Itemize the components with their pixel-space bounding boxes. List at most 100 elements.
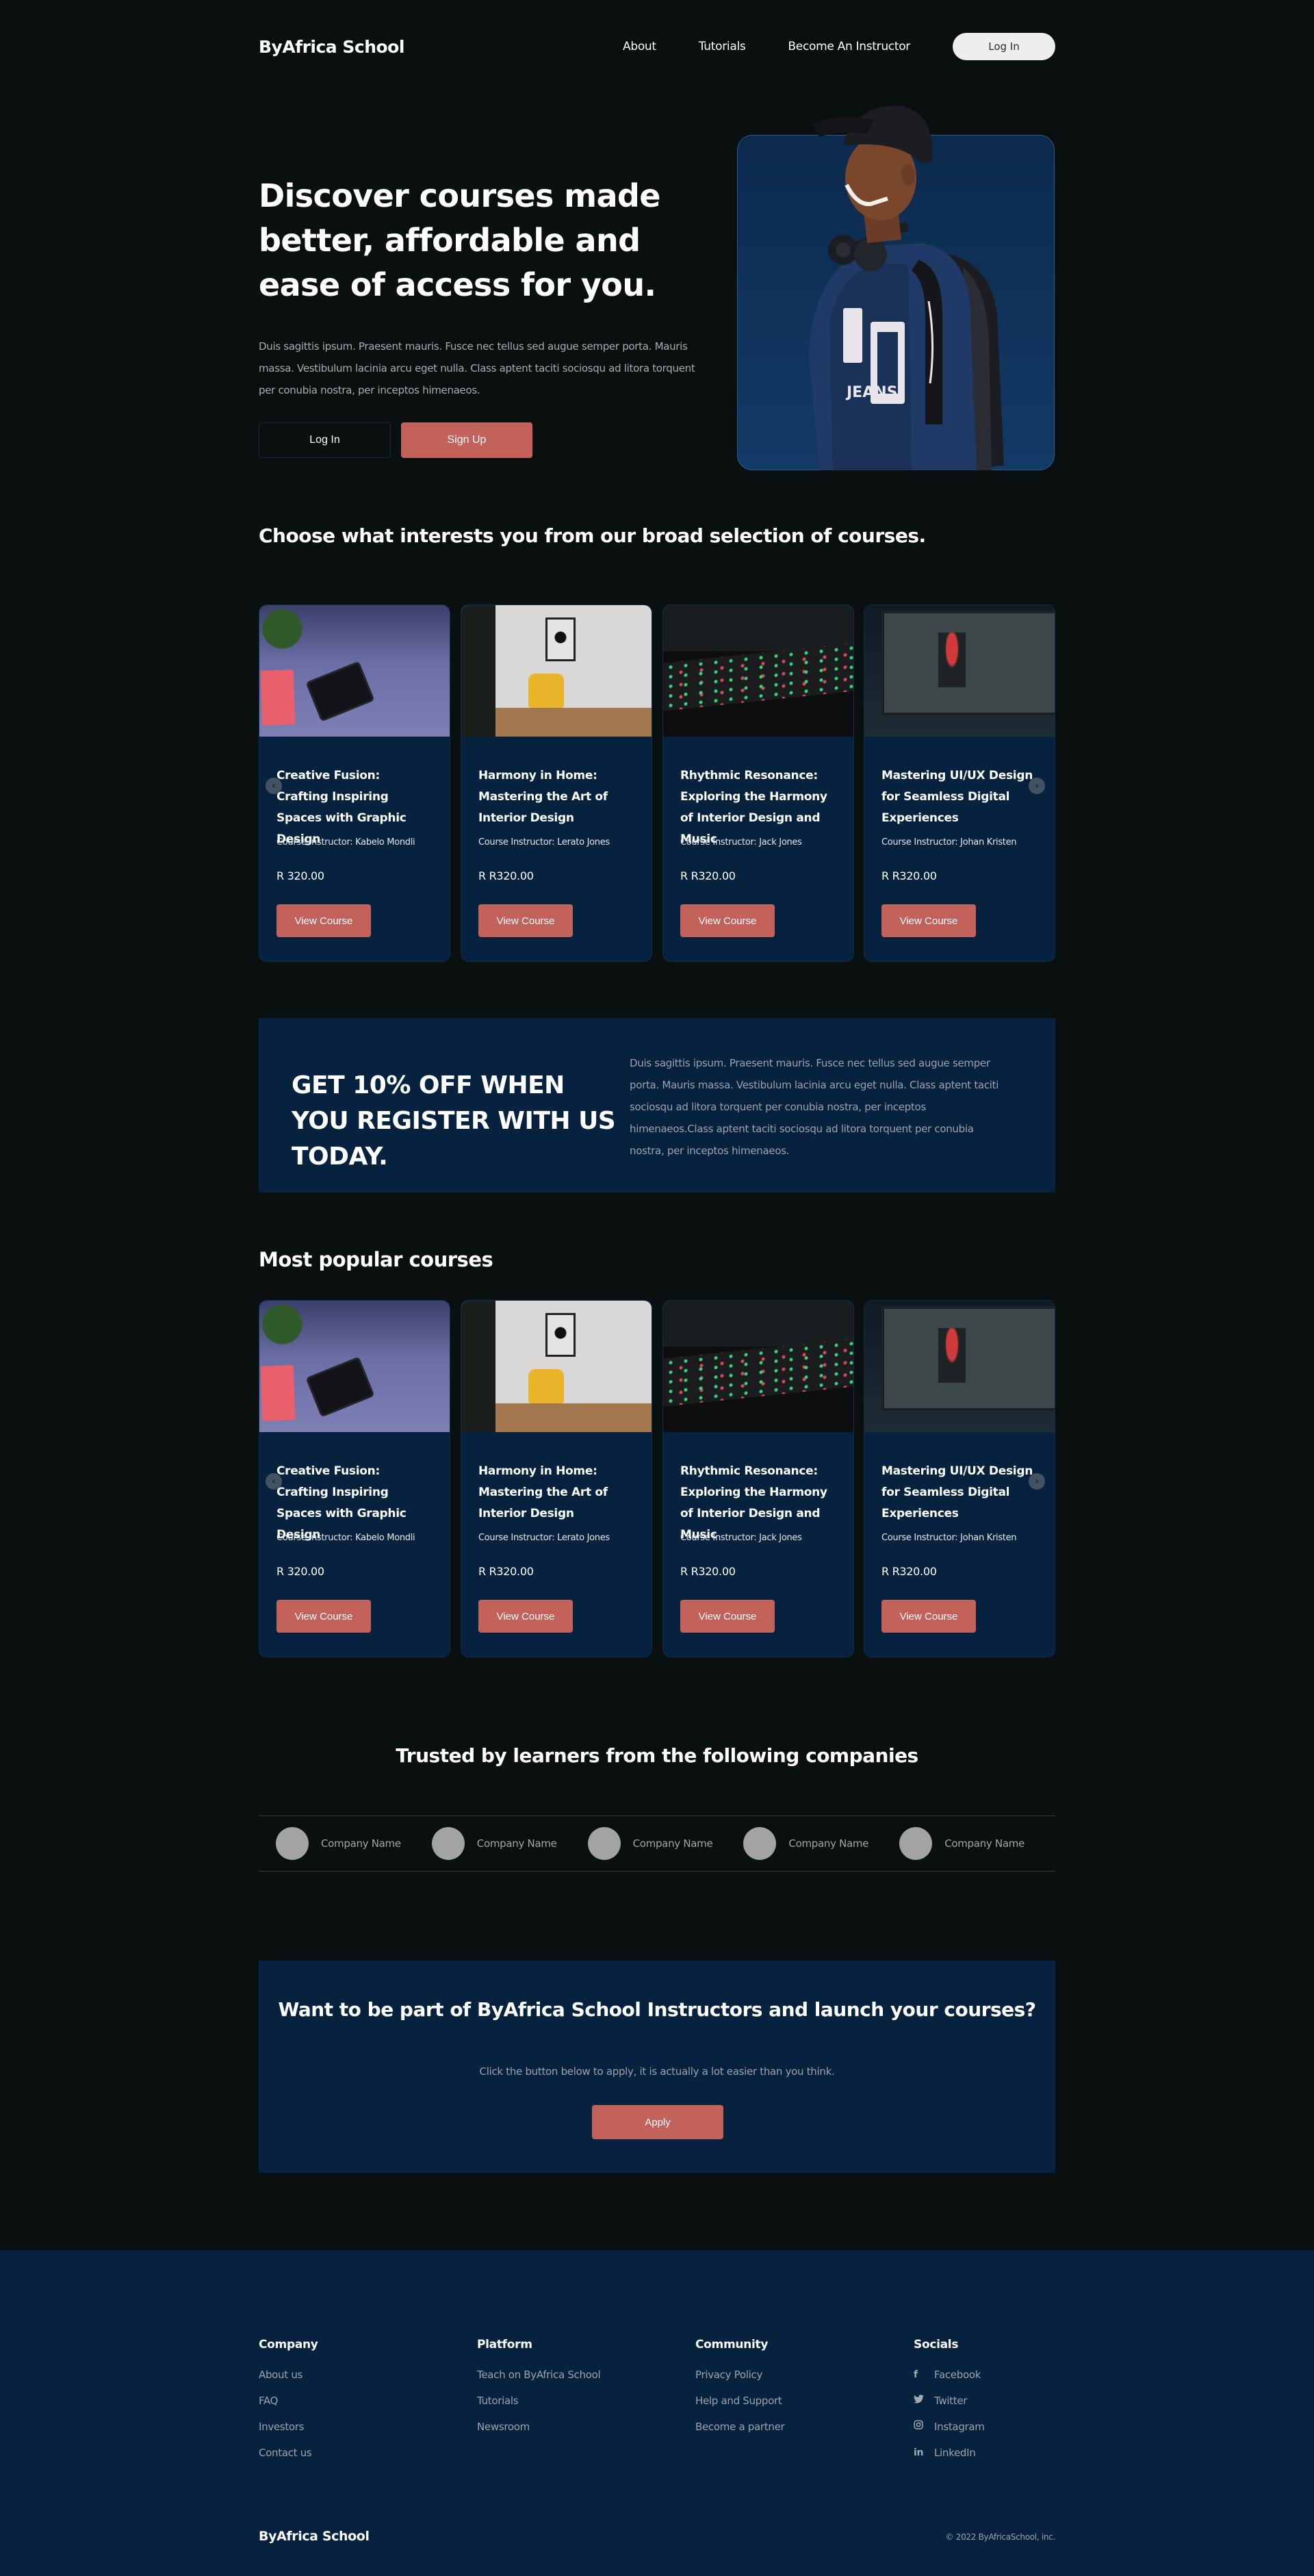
carousel-prev-button[interactable]: ‹: [266, 778, 282, 794]
brand-logo[interactable]: ByAfrica School: [259, 37, 404, 57]
company-item: Company Name: [587, 1827, 744, 1860]
company-item: Company Name: [899, 1827, 1055, 1860]
company-logos-row: Company Name Company Name Company Name C…: [259, 1815, 1055, 1872]
course-instructor: Course Instructor: Kabelo Mondli: [276, 1533, 415, 1543]
footer-link[interactable]: Teach on ByAfrica School: [477, 2368, 601, 2394]
social-label: LinkedIn: [934, 2447, 976, 2459]
course-image[interactable]: [461, 605, 652, 737]
course-title[interactable]: Harmony in Home: Mastering the Art of In…: [478, 765, 634, 829]
course-image[interactable]: [259, 1301, 450, 1432]
company-name: Company Name: [632, 1837, 713, 1850]
footer-brand[interactable]: ByAfrica School: [259, 2529, 370, 2544]
company-name: Company Name: [321, 1837, 401, 1850]
hero-login-button[interactable]: Log In: [259, 422, 391, 458]
company-logo-icon: [431, 1827, 465, 1860]
view-course-button[interactable]: View Course: [276, 904, 371, 937]
course-title[interactable]: Creative Fusion: Crafting Inspiring Spac…: [276, 1461, 433, 1542]
footer-link[interactable]: Become a partner: [695, 2420, 785, 2446]
promo-title: GET 10% OFF WHEN YOU REGISTER WITH US TO…: [292, 1071, 616, 1171]
course-title[interactable]: Harmony in Home: Mastering the Art of In…: [478, 1461, 634, 1525]
footer-link[interactable]: Privacy Policy: [695, 2368, 784, 2394]
twitter-icon: [914, 2394, 934, 2408]
view-course-button[interactable]: View Course: [478, 1600, 573, 1633]
footer-link[interactable]: Contact us: [259, 2446, 318, 2472]
instructor-cta: Want to be part of ByAfrica School Instr…: [259, 1961, 1055, 2173]
top-nav: ByAfrica School About Tutorials Become A…: [259, 31, 1055, 62]
course-title[interactable]: Mastering UI/UX Design for Seamless Digi…: [881, 765, 1038, 829]
trusted-title: Trusted by learners from the following c…: [396, 1744, 918, 1767]
footer-link[interactable]: FAQ: [259, 2394, 318, 2420]
course-card: Harmony in Home: Mastering the Art of In…: [461, 1300, 652, 1657]
carousel-prev-button[interactable]: ‹: [266, 1473, 282, 1490]
svg-text:JEANS: JEANS: [845, 384, 898, 401]
course-image[interactable]: [864, 1301, 1055, 1432]
course-title[interactable]: Mastering UI/UX Design for Seamless Digi…: [881, 1461, 1038, 1525]
course-card: Rhythmic Resonance: Exploring the Harmon…: [662, 1300, 854, 1657]
hero-image: JEANS: [737, 96, 1055, 470]
social-link-instagram[interactable]: Instagram: [914, 2420, 985, 2446]
course-card: Creative Fusion: Crafting Inspiring Spac…: [259, 1300, 450, 1657]
promo-banner: GET 10% OFF WHEN YOU REGISTER WITH US TO…: [259, 1018, 1055, 1193]
course-price: R R320.00: [881, 1565, 937, 1578]
footer-link[interactable]: About us: [259, 2368, 318, 2394]
promo-text: Duis sagittis ipsum. Praesent mauris. Fu…: [630, 1057, 999, 1157]
view-course-button[interactable]: View Course: [680, 1600, 775, 1633]
nav-login-button[interactable]: Log In: [953, 33, 1055, 60]
course-instructor: Course Instructor: Jack Jones: [680, 837, 802, 847]
course-title[interactable]: Creative Fusion: Crafting Inspiring Spac…: [276, 765, 433, 846]
view-course-button[interactable]: View Course: [276, 1600, 371, 1633]
apply-button[interactable]: Apply: [592, 2105, 723, 2139]
selection-carousel: ‹ › Creative Fusion: Crafting Inspiring …: [259, 604, 1055, 962]
course-image[interactable]: [864, 605, 1055, 737]
student-illustration: JEANS: [809, 105, 1004, 470]
course-title[interactable]: Rhythmic Resonance: Exploring the Harmon…: [680, 765, 836, 846]
company-logo-icon: [743, 1827, 777, 1860]
course-card: Creative Fusion: Crafting Inspiring Spac…: [259, 604, 450, 962]
popular-title: Most popular courses: [259, 1248, 493, 1271]
social-link-twitter[interactable]: Twitter: [914, 2394, 985, 2420]
company-item: Company Name: [276, 1827, 432, 1860]
view-course-button[interactable]: View Course: [680, 904, 775, 937]
hero-description: Duis sagittis ipsum. Praesent mauris. Fu…: [259, 340, 695, 396]
footer-column-company: Company About us FAQ Investors Contact u…: [259, 2338, 318, 2472]
chevron-left-icon: ‹: [272, 780, 276, 791]
company-logo-icon: [587, 1827, 621, 1860]
nav-links: About Tutorials Become An Instructor Log…: [623, 33, 1055, 60]
footer-link[interactable]: Investors: [259, 2420, 318, 2446]
course-image[interactable]: [663, 605, 853, 737]
course-card: Mastering UI/UX Design for Seamless Digi…: [864, 1300, 1055, 1657]
nav-link-about[interactable]: About: [623, 40, 656, 53]
view-course-button[interactable]: View Course: [478, 904, 573, 937]
course-title[interactable]: Rhythmic Resonance: Exploring the Harmon…: [680, 1461, 836, 1542]
social-label: Facebook: [934, 2369, 981, 2381]
view-course-button[interactable]: View Course: [881, 1600, 976, 1633]
footer-link[interactable]: Newsroom: [477, 2420, 600, 2446]
course-image[interactable]: [461, 1301, 652, 1432]
footer-link[interactable]: Help and Support: [695, 2394, 784, 2420]
hero-signup-button[interactable]: Sign Up: [401, 422, 532, 458]
company-logo-icon: [276, 1827, 309, 1860]
course-image[interactable]: [663, 1301, 853, 1432]
instagram-icon: [914, 2420, 934, 2434]
facebook-icon: f: [914, 2369, 918, 2380]
view-course-button[interactable]: View Course: [881, 904, 976, 937]
course-image[interactable]: [259, 605, 450, 737]
nav-link-tutorials[interactable]: Tutorials: [699, 40, 746, 53]
course-price: R R320.00: [478, 1565, 534, 1578]
cta-text: Click the button below to apply, it is a…: [479, 2065, 835, 2078]
hero-buttons: Log In Sign Up: [259, 422, 532, 458]
carousel-next-button[interactable]: ›: [1029, 1473, 1045, 1490]
popular-carousel: ‹ › Creative Fusion: Crafting Inspiring …: [259, 1300, 1055, 1657]
social-link-linkedin[interactable]: in LinkedIn: [914, 2446, 985, 2472]
course-card: Rhythmic Resonance: Exploring the Harmon…: [662, 604, 854, 962]
course-price: R R320.00: [680, 869, 736, 882]
company-name: Company Name: [944, 1837, 1025, 1850]
footer-link[interactable]: Tutorials: [477, 2394, 600, 2420]
social-link-facebook[interactable]: f Facebook: [914, 2368, 985, 2394]
social-label: Twitter: [934, 2395, 968, 2407]
footer-heading: Socials: [914, 2338, 959, 2351]
carousel-next-button[interactable]: ›: [1029, 778, 1045, 794]
nav-link-become-instructor[interactable]: Become An Instructor: [788, 40, 910, 53]
course-price: R 320.00: [276, 869, 324, 882]
footer-heading: Company: [259, 2338, 318, 2351]
